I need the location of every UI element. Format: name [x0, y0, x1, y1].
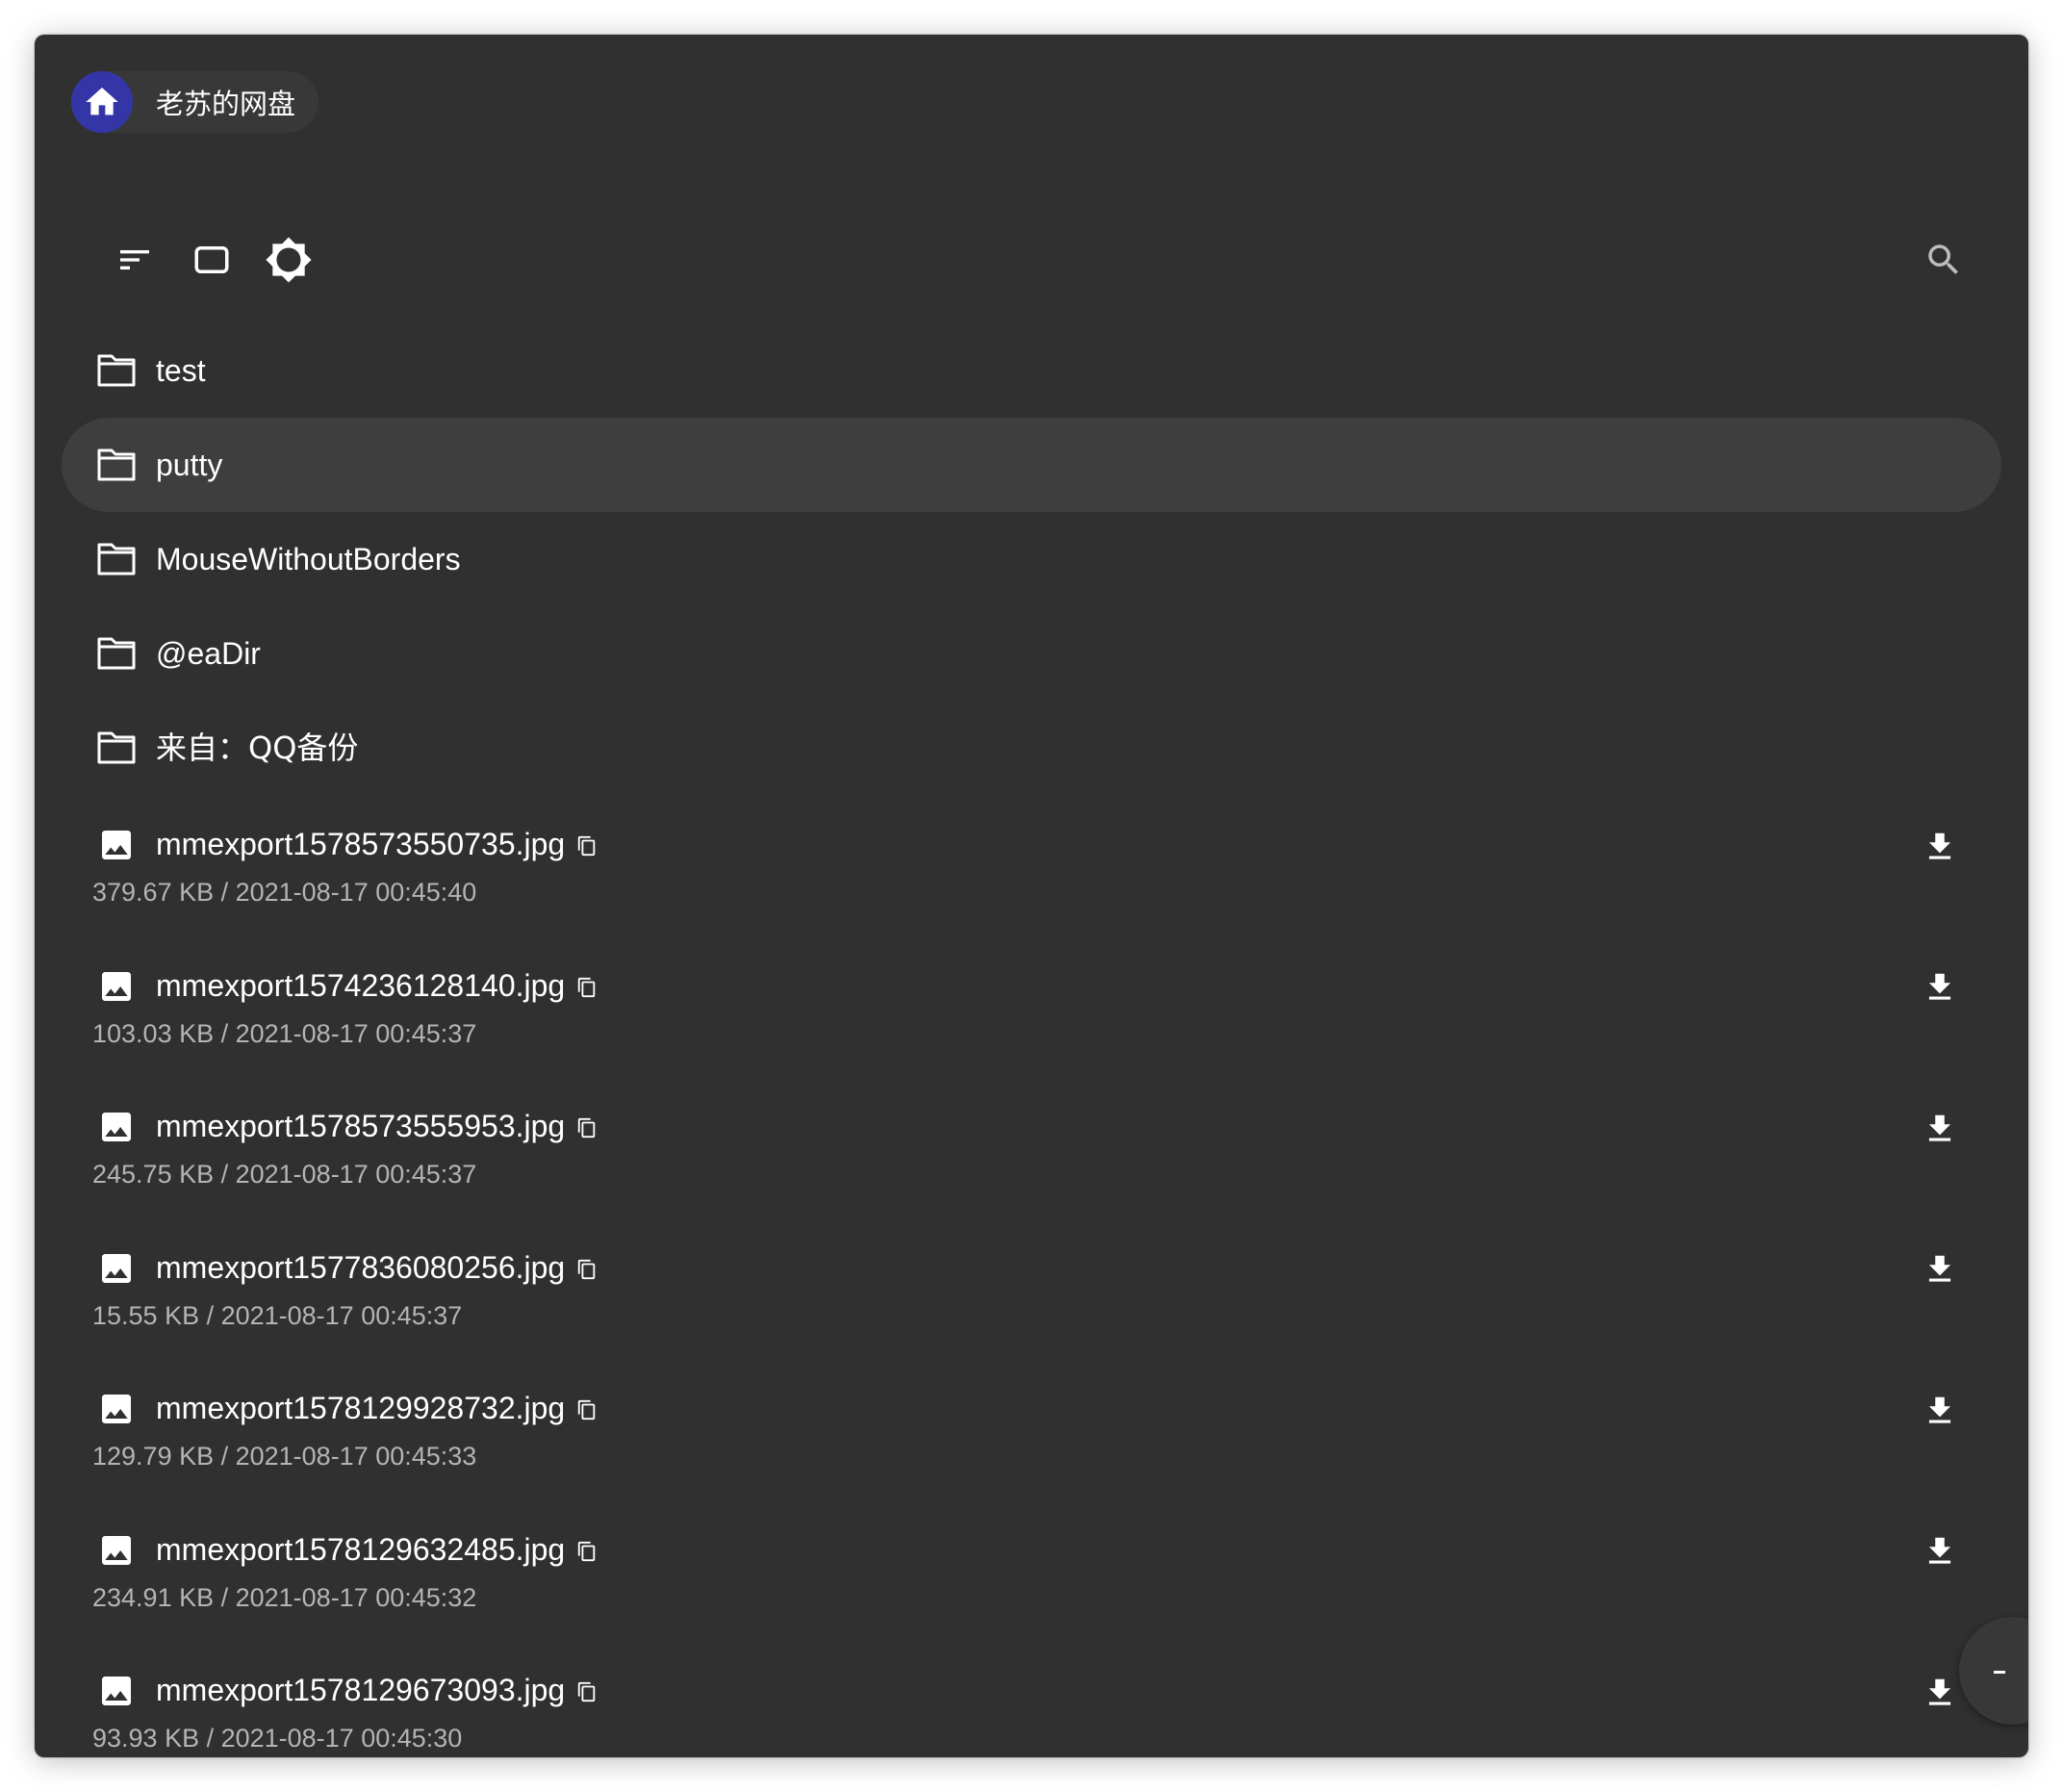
download-icon [1922, 1675, 1958, 1716]
file-browser-window: 老苏的网盘 test putty MouseWithoutBorders @ea… [35, 35, 2028, 1757]
file-row[interactable]: mmexport1578129673093.jpg 93.93 KB / 202… [62, 1641, 2001, 1757]
file-name[interactable]: mmexport1577836080256.jpg [156, 1245, 565, 1290]
file-row[interactable]: mmexport1578573555953.jpg 245.75 KB / 20… [62, 1077, 2001, 1218]
image-icon [96, 1390, 137, 1428]
download-icon [1922, 1393, 1958, 1434]
view-mode-button[interactable] [183, 233, 241, 291]
file-name[interactable]: mmexport1578129632485.jpg [156, 1527, 565, 1572]
copy-icon[interactable] [573, 1537, 601, 1566]
breadcrumb[interactable]: 老苏的网盘 [71, 71, 319, 133]
folder-name: putty [156, 448, 223, 482]
folder-row[interactable]: putty [62, 418, 2001, 512]
copy-icon[interactable] [573, 832, 601, 860]
file-name-wrap: mmexport1578573550735.jpg [156, 822, 601, 866]
download-button[interactable] [1913, 822, 1967, 876]
file-name[interactable]: mmexport1578129673093.jpg [156, 1668, 565, 1712]
download-button[interactable] [1913, 1104, 1967, 1158]
file-meta: 234.91 KB / 2021-08-17 00:45:32 [92, 1582, 477, 1612]
file-meta: 129.79 KB / 2021-08-17 00:45:33 [92, 1442, 477, 1471]
view-mode-icon [191, 240, 232, 285]
download-icon [1922, 1533, 1958, 1574]
brightness-icon [265, 236, 313, 289]
folder-icon [96, 729, 137, 767]
file-name-wrap: mmexport1578129673093.jpg [156, 1668, 601, 1712]
download-icon [1922, 969, 1958, 1011]
file-name[interactable]: mmexport1578573550735.jpg [156, 822, 565, 866]
copy-icon[interactable] [573, 1395, 601, 1424]
file-name[interactable]: mmexport1578573555953.jpg [156, 1104, 565, 1148]
file-name[interactable]: mmexport1574236128140.jpg [156, 963, 565, 1008]
copy-icon[interactable] [573, 973, 601, 1002]
copy-icon[interactable] [573, 1677, 601, 1706]
folder-row[interactable]: 来自：QQ备份 [62, 701, 2001, 795]
download-button[interactable] [1913, 1386, 1967, 1440]
file-row[interactable]: mmexport1577836080256.jpg 15.55 KB / 202… [62, 1218, 2001, 1360]
file-name-wrap: mmexport1577836080256.jpg [156, 1245, 601, 1290]
download-button[interactable] [1913, 1527, 1967, 1581]
download-icon [1922, 829, 1958, 870]
file-list: test putty MouseWithoutBorders @eaDir 来自 [62, 323, 2001, 1757]
search-button[interactable] [1915, 233, 1973, 291]
image-icon [96, 967, 137, 1006]
folder-row[interactable]: MouseWithoutBorders [62, 512, 2001, 606]
folder-name: test [156, 353, 206, 388]
file-name-wrap: mmexport1578573555953.jpg [156, 1104, 601, 1148]
image-icon [96, 1531, 137, 1570]
search-icon [1923, 240, 1964, 285]
breadcrumb-label[interactable]: 老苏的网盘 [156, 82, 295, 122]
image-icon [96, 1108, 137, 1146]
file-name[interactable]: mmexport1578129928732.jpg [156, 1386, 565, 1430]
copy-icon[interactable] [573, 1255, 601, 1284]
download-button[interactable] [1913, 963, 1967, 1017]
theme-button[interactable] [260, 233, 318, 291]
image-icon [96, 1672, 137, 1710]
folder-icon [96, 634, 137, 673]
image-icon [96, 1249, 137, 1288]
download-button[interactable] [1913, 1245, 1967, 1299]
file-row[interactable]: mmexport1578573550735.jpg 379.67 KB / 20… [62, 795, 2001, 936]
file-meta: 245.75 KB / 2021-08-17 00:45:37 [92, 1160, 477, 1189]
file-name-wrap: mmexport1574236128140.jpg [156, 963, 601, 1008]
fab-mark-icon [1994, 1671, 2005, 1674]
image-icon [96, 826, 137, 864]
file-name-wrap: mmexport1578129632485.jpg [156, 1527, 601, 1572]
file-name-wrap: mmexport1578129928732.jpg [156, 1386, 601, 1430]
file-meta: 93.93 KB / 2021-08-17 00:45:30 [92, 1724, 463, 1753]
download-icon [1922, 1251, 1958, 1293]
file-meta: 103.03 KB / 2021-08-17 00:45:37 [92, 1018, 477, 1048]
folder-icon [96, 351, 137, 390]
folder-name: @eaDir [156, 636, 261, 671]
file-meta: 379.67 KB / 2021-08-17 00:45:40 [92, 878, 477, 907]
home-icon[interactable] [71, 71, 133, 133]
copy-icon[interactable] [573, 1114, 601, 1142]
file-row[interactable]: mmexport1574236128140.jpg 103.03 KB / 20… [62, 936, 2001, 1078]
file-row[interactable]: mmexport1578129632485.jpg 234.91 KB / 20… [62, 1500, 2001, 1642]
file-meta: 15.55 KB / 2021-08-17 00:45:37 [92, 1300, 463, 1330]
folder-name: MouseWithoutBorders [156, 542, 461, 576]
folder-row[interactable]: test [62, 323, 2001, 418]
folder-icon [96, 446, 137, 484]
folder-icon [96, 540, 137, 578]
folder-row[interactable]: @eaDir [62, 606, 2001, 701]
file-row[interactable]: mmexport1578129928732.jpg 129.79 KB / 20… [62, 1359, 2001, 1500]
sort-icon [115, 241, 154, 284]
sort-button[interactable] [106, 233, 164, 291]
folder-name: 来自：QQ备份 [156, 730, 359, 766]
download-icon [1922, 1111, 1958, 1152]
